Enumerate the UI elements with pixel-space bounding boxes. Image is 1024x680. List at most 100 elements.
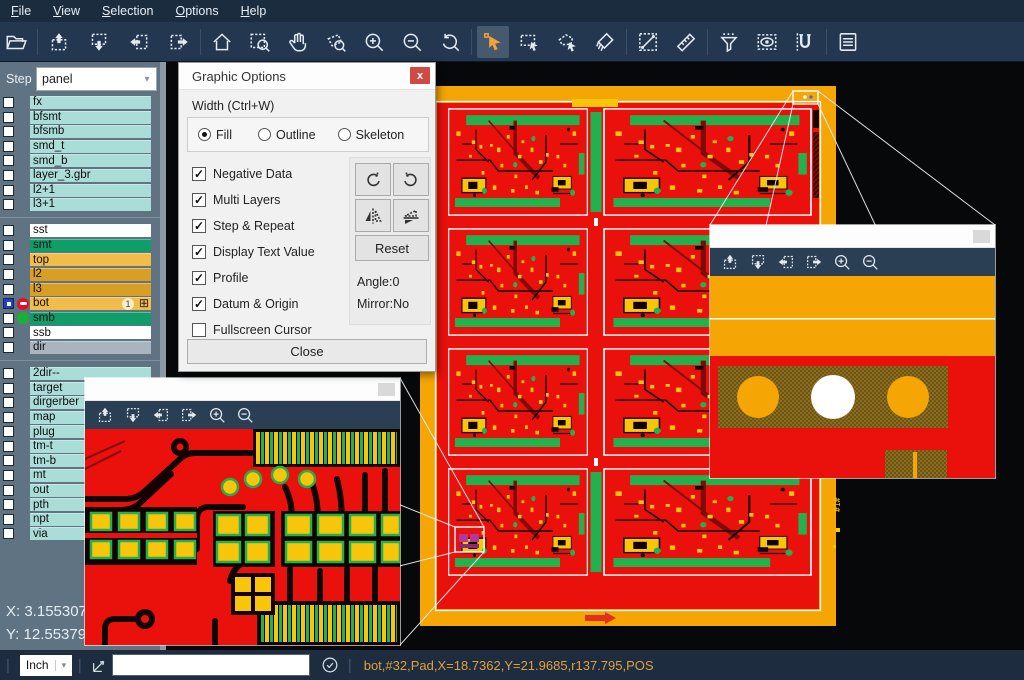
layer-checkbox[interactable]: [3, 426, 14, 437]
layer-label[interactable]: bfsmt: [30, 111, 151, 124]
layer-row-bfsmt[interactable]: bfsmt: [0, 111, 160, 124]
layer-row-sst[interactable]: sst: [0, 224, 160, 237]
pan-down-button[interactable]: [83, 26, 115, 58]
zoom-window-bottom-left[interactable]: [85, 378, 400, 645]
inset-titlebar[interactable]: [710, 225, 995, 248]
layer-row-l2[interactable]: l2: [0, 268, 160, 281]
zoom-previous-button[interactable]: [434, 26, 466, 58]
close-button[interactable]: Close: [187, 339, 427, 364]
layer-checkbox[interactable]: [3, 126, 14, 137]
zoom-polygon-button[interactable]: [320, 26, 352, 58]
layer-row-smd_t[interactable]: smd_t: [0, 140, 160, 153]
snap-button[interactable]: [789, 26, 821, 58]
layer-checkbox[interactable]: [3, 528, 14, 539]
pan-right-button[interactable]: [163, 26, 195, 58]
angle-measure-icon[interactable]: [88, 653, 112, 677]
menu-view[interactable]: View: [42, 0, 91, 22]
command-input[interactable]: [112, 654, 310, 676]
layer-row-bfsmb[interactable]: bfsmb: [0, 125, 160, 138]
layer-checkbox[interactable]: [3, 240, 14, 251]
dialog-titlebar[interactable]: Graphic Options x: [179, 63, 435, 90]
checkbox-datum-origin[interactable]: ✓Datum & Origin: [192, 291, 315, 317]
layer-checkbox[interactable]: [3, 313, 14, 324]
pan-right-button[interactable]: [175, 403, 203, 427]
zoom-out-button[interactable]: [856, 250, 884, 274]
checkbox-profile[interactable]: ✓Profile: [192, 265, 315, 291]
layer-checkbox[interactable]: [3, 199, 14, 210]
inset-titlebar[interactable]: [85, 378, 400, 401]
zoom-out-button[interactable]: [231, 403, 259, 427]
step-select[interactable]: panel ▾: [36, 67, 157, 91]
inset-window-button[interactable]: [378, 383, 395, 396]
layer-checkbox[interactable]: [3, 342, 14, 353]
layer-checkbox[interactable]: [3, 327, 14, 338]
pan-down-button[interactable]: [744, 250, 772, 274]
select-tool-button[interactable]: [477, 26, 509, 58]
layer-checkbox[interactable]: [3, 470, 14, 481]
measure-ruler-button[interactable]: [670, 26, 702, 58]
layer-checkbox[interactable]: [3, 112, 14, 123]
close-icon[interactable]: x: [410, 67, 430, 84]
view-options-button[interactable]: [751, 26, 783, 58]
pan-up-button[interactable]: [716, 250, 744, 274]
layer-row-top[interactable]: top: [0, 253, 160, 266]
checkbox-multi-layers[interactable]: ✓Multi Layers: [192, 187, 315, 213]
menu-options[interactable]: Options: [164, 0, 229, 22]
zoom-in-button[interactable]: [828, 250, 856, 274]
layer-checkbox[interactable]: [3, 368, 14, 379]
layer-label[interactable]: sst: [30, 224, 151, 237]
rotate-cw-button[interactable]: [355, 163, 391, 196]
zoom-window-top-right[interactable]: [710, 225, 995, 478]
reset-button[interactable]: Reset: [355, 235, 429, 261]
layer-checkbox[interactable]: [3, 455, 14, 466]
measure-distance-button[interactable]: [632, 26, 664, 58]
layer-label[interactable]: layer_3.gbr: [30, 169, 151, 182]
menu-help[interactable]: Help: [230, 0, 278, 22]
pan-left-button[interactable]: [147, 403, 175, 427]
layer-label[interactable]: top: [30, 253, 151, 266]
layer-checkbox[interactable]: [3, 485, 14, 496]
layer-label[interactable]: bot1⊞: [30, 297, 151, 310]
pan-up-button[interactable]: [91, 403, 119, 427]
select-rectangle-button[interactable]: [513, 26, 545, 58]
layer-row-l3[interactable]: l3: [0, 283, 160, 296]
layer-row-smt[interactable]: smt: [0, 239, 160, 252]
layer-checkbox[interactable]: [3, 170, 14, 181]
zoom-window-button[interactable]: [244, 26, 276, 58]
layer-checkbox[interactable]: [3, 514, 14, 525]
layer-row-l2+1[interactable]: l2+1: [0, 184, 160, 197]
radio-skeleton[interactable]: Skeleton: [338, 128, 405, 142]
layer-checkbox[interactable]: [3, 254, 14, 265]
layer-label[interactable]: l2: [30, 268, 151, 281]
layer-row-ssb[interactable]: ssb: [0, 326, 160, 339]
layer-label[interactable]: ssb: [30, 326, 151, 339]
radio-outline[interactable]: Outline: [258, 128, 316, 142]
grid-icon[interactable]: ⊞: [139, 297, 149, 310]
layer-checkbox[interactable]: [3, 441, 14, 452]
pan-left-button[interactable]: [772, 250, 800, 274]
mirror-horizontal-button[interactable]: [393, 199, 429, 232]
checkbox-negative-data[interactable]: ✓Negative Data: [192, 161, 315, 187]
layer-label[interactable]: smd_b: [30, 154, 151, 167]
zoom-out-button[interactable]: [396, 26, 428, 58]
open-file-button[interactable]: [0, 26, 32, 58]
layers-panel-button[interactable]: [832, 26, 864, 58]
radio-fill[interactable]: Fill: [198, 128, 232, 142]
inset-window-button[interactable]: [973, 230, 990, 243]
layer-label[interactable]: fx: [30, 96, 151, 109]
layer-row-dir[interactable]: dir: [0, 341, 160, 354]
filter-button[interactable]: [713, 26, 745, 58]
zoom-home-button[interactable]: [206, 26, 238, 58]
layer-label[interactable]: l2+1: [30, 184, 151, 197]
layer-row-layer_3.gbr[interactable]: layer_3.gbr: [0, 169, 160, 182]
menu-selection[interactable]: Selection: [91, 0, 164, 22]
layer-checkbox[interactable]: [3, 185, 14, 196]
layer-label[interactable]: smb: [30, 312, 151, 325]
layer-row-smd_b[interactable]: smd_b: [0, 154, 160, 167]
menu-file[interactable]: File: [0, 0, 42, 22]
unit-select[interactable]: Inch ▾: [20, 655, 72, 676]
checkbox-step-repeat[interactable]: ✓Step & Repeat: [192, 213, 315, 239]
layer-label[interactable]: dir: [30, 341, 151, 354]
rotate-ccw-button[interactable]: [393, 163, 429, 196]
layer-checkbox[interactable]: [3, 284, 14, 295]
